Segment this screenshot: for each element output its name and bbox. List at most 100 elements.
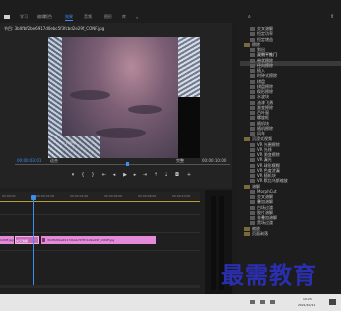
tray-icon[interactable] [270, 300, 275, 304]
home-icon[interactable] [4, 15, 10, 19]
effects-item-label: VR 光圈擦除 [257, 141, 280, 147]
add-marker-icon[interactable]: ▾ [70, 172, 76, 178]
fx-badge-icon [42, 238, 45, 242]
lift-icon[interactable]: ⇡ [153, 172, 159, 178]
effects-folder[interactable]: 沉浸式视频 [244, 136, 272, 142]
tray-icon[interactable] [250, 300, 255, 304]
effects-item-label: VR 色度泄漏 [257, 167, 280, 173]
time-ruler[interactable] [0, 192, 200, 200]
effects-item[interactable]: 黑场过渡 [250, 220, 273, 226]
effects-item[interactable]: 带状擦除 [250, 58, 273, 63]
effects-item-label: 溶解 [252, 183, 260, 189]
effects-item[interactable]: 时钟式擦除 [250, 73, 277, 79]
effects-item-label: 黑场过渡 [257, 220, 273, 226]
scrub-bar[interactable] [15, 164, 230, 165]
effects-item-label: VR 球形模糊 [257, 162, 280, 168]
tab-effects[interactable]: 效果 [65, 14, 73, 21]
effects-item[interactable]: MorphCut [250, 189, 277, 194]
effects-item[interactable]: 胶片溶解 [250, 210, 273, 215]
effects-item-label: 随机擦除 [257, 125, 273, 131]
effects-item[interactable]: 恒定增益 [250, 37, 273, 42]
go-to-out-icon[interactable]: ⇥ [142, 172, 148, 178]
timeline-scrollbar[interactable] [0, 285, 200, 288]
notification-icon[interactable] [329, 299, 336, 305]
workspace-bar: 学习 编辑 颜色 效果 音频 图形 库 » ⌕ ⇪ [0, 0, 341, 23]
work-area-bar[interactable] [0, 201, 200, 202]
taskbar-date: 2021/10/11 [298, 303, 316, 307]
video-overlay-text: © 抖音号： [62, 141, 78, 145]
effects-item-label: 随机块 [257, 120, 269, 126]
effects-item-label: 叠加溶解 [257, 199, 273, 205]
cloud-shape [128, 105, 162, 114]
play-icon[interactable]: ▶ [122, 172, 128, 178]
effects-item[interactable]: 棋盘 [250, 79, 265, 84]
effects-item[interactable]: 双侧平推门 [250, 52, 277, 58]
effects-item-label: 渐变擦除 [257, 104, 273, 110]
effects-item-label: 恒定功率 [257, 31, 273, 37]
step-back-icon[interactable]: ◂ [111, 172, 117, 178]
more-tabs-icon[interactable]: » [136, 15, 138, 20]
cloud-shape [96, 128, 146, 138]
quality-dropdown[interactable]: 完整 [176, 158, 184, 163]
effects-item[interactable]: VR 默比乌斯缩放 [250, 178, 288, 184]
current-timecode[interactable]: 00:00:03:01 [17, 158, 41, 163]
effects-item[interactable]: 随机块 [250, 121, 269, 126]
go-to-in-icon[interactable]: ⇤ [101, 172, 107, 178]
effects-folder[interactable]: 缩放 [244, 226, 260, 231]
tab-color[interactable]: 颜色 [44, 14, 52, 20]
track-divider [0, 232, 200, 233]
effects-item-label: VR 光线 [257, 146, 272, 152]
tab-audio[interactable]: 音频 [84, 14, 92, 20]
effects-item[interactable]: VR 光圈擦除 [250, 142, 280, 147]
video-clip[interactable]: 3b0fbf2be6917d0ebc5f3fcbd2e29f_CONF.jpg [41, 236, 156, 244]
playhead-handle-icon[interactable] [31, 195, 36, 200]
mark-out-icon[interactable]: } [90, 172, 96, 178]
step-forward-icon[interactable]: ▸ [132, 172, 138, 178]
effects-item-label: MorphCut [257, 188, 277, 194]
ruler-tick: 00:00:00 [2, 194, 16, 198]
extract-icon[interactable]: ⇣ [163, 172, 169, 178]
effects-item[interactable]: 水波块 [250, 94, 269, 100]
search-icon[interactable]: ⌕ [248, 14, 251, 20]
video-clip[interactable]: CONF.jpg [0, 236, 14, 244]
effects-item[interactable]: 渐变擦除 [250, 105, 273, 110]
tab-libraries[interactable]: 库 [122, 14, 126, 20]
tree-branches-right [178, 37, 200, 97]
effects-folder[interactable]: 页面剥落 [244, 231, 268, 236]
effects-folder[interactable]: 溶解 [244, 184, 260, 189]
timeline-playhead[interactable] [33, 195, 34, 285]
export-frame-icon[interactable]: ◘ [174, 172, 180, 178]
effects-item[interactable]: VR 色度泄漏 [250, 168, 280, 173]
effects-item-label: 缩放 [252, 225, 260, 231]
effects-item[interactable]: 随机擦除 [250, 126, 273, 131]
effects-item[interactable]: 白场过渡 [250, 205, 273, 210]
share-icon[interactable]: ⇪ [330, 14, 334, 20]
effects-item[interactable]: 棋盘擦除 [250, 84, 273, 89]
effects-item[interactable]: VR 球形模糊 [250, 163, 280, 168]
tab-learning[interactable]: 学习 [20, 14, 28, 20]
transition-effect[interactable]: 交叉溶解 [15, 236, 39, 244]
effects-item[interactable]: 螺旋框 [250, 115, 269, 121]
effects-item-label: 径向擦除 [257, 62, 273, 68]
effects-item[interactable]: 油漆飞溅 [250, 100, 273, 105]
cloud-shape [70, 90, 110, 100]
effects-item[interactable]: VR 漏光 [250, 157, 272, 163]
effects-item-label: 带状擦除 [257, 57, 273, 63]
fit-dropdown[interactable]: 适合 [50, 158, 58, 163]
ruler-tick: 00:00:04:00 [70, 194, 89, 198]
effects-item[interactable]: VR 光线 [250, 147, 272, 152]
mark-in-icon[interactable]: { [80, 172, 86, 178]
playhead-marker-icon[interactable] [126, 162, 129, 166]
effects-item[interactable]: 叠加溶解 [250, 199, 273, 205]
effects-folder[interactable]: 擦除 [244, 42, 260, 47]
effects-item-label: 双侧平推门 [257, 52, 277, 58]
taskbar-time: 10:23 [303, 297, 312, 301]
tray-icon[interactable] [260, 300, 265, 304]
effects-item[interactable]: 恒定功率 [250, 31, 273, 37]
effects-item[interactable]: 径向擦除 [250, 63, 273, 68]
tab-graphics[interactable]: 图形 [104, 14, 112, 20]
button-editor-icon[interactable]: + [186, 172, 192, 178]
taskbar: 10:23 2021/10/11 [0, 294, 341, 311]
effects-item-label: 时钟式擦除 [257, 73, 277, 79]
folder-icon [244, 231, 250, 236]
